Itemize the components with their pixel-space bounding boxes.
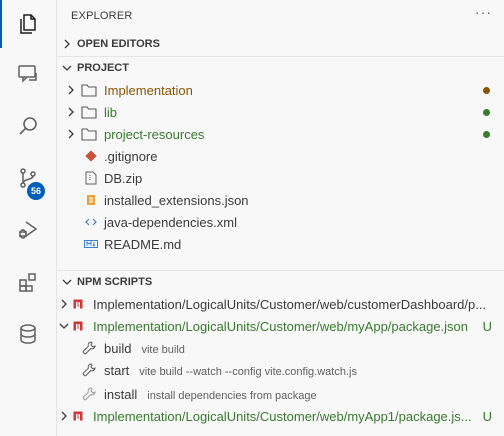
- chat-icon: [18, 65, 37, 83]
- files-icon: [20, 14, 36, 34]
- chevron-down-icon: [59, 277, 75, 287]
- chevron-right-icon: [57, 405, 71, 427]
- npm-package-customer-dashboard[interactable]: Implementation/LogicalUnits/Customer/web…: [57, 293, 504, 315]
- chat-button[interactable]: [0, 50, 56, 98]
- explorer-button[interactable]: [0, 0, 56, 48]
- xml-file-icon: [83, 211, 99, 233]
- npm-script-install[interactable]: install install dependencies from package: [57, 383, 504, 405]
- chevron-right-icon: [64, 101, 78, 123]
- npm-icon: [70, 293, 86, 315]
- more-actions-icon[interactable]: ···: [475, 4, 492, 20]
- untracked-dot: [483, 130, 490, 138]
- tree-item-project-resources[interactable]: project-resources: [57, 123, 504, 145]
- markdown-file-icon: [83, 233, 99, 255]
- project-label: PROJECT: [77, 62, 129, 74]
- npm-script-build[interactable]: build vite build: [57, 337, 504, 359]
- untracked-dot: [483, 108, 490, 116]
- git-file-icon: [83, 145, 99, 167]
- search-button[interactable]: [0, 102, 56, 150]
- modified-dot: [483, 86, 490, 94]
- tree-item-lib[interactable]: lib: [57, 101, 504, 123]
- npm-icon: [70, 315, 86, 337]
- activity-bar: 56: [0, 0, 57, 436]
- npm-package-path: Implementation/LogicalUnits/Customer/web…: [93, 296, 487, 312]
- script-name: start: [104, 362, 130, 378]
- json-file-icon: [83, 189, 99, 211]
- chevron-down-icon: [57, 315, 71, 337]
- tree-item-label: DB.zip: [104, 170, 143, 186]
- npm-package-myapp1[interactable]: Implementation/LogicalUnits/Customer/web…: [57, 405, 504, 427]
- folder-icon: [81, 123, 97, 145]
- folder-icon: [81, 101, 97, 123]
- tree-item-gitignore[interactable]: .gitignore: [57, 145, 504, 167]
- script-name: install: [104, 386, 138, 402]
- npm-script-start[interactable]: start vite build --watch --config vite.co…: [57, 359, 504, 381]
- script-command: vite build --watch --config vite.config.…: [139, 365, 357, 378]
- script-name: build: [104, 340, 132, 356]
- npm-package-myapp[interactable]: Implementation/LogicalUnits/Customer/web…: [57, 315, 504, 337]
- wrench-icon: [81, 359, 97, 381]
- tree-item-implementation[interactable]: Implementation: [57, 79, 504, 101]
- run-debug-icon: [19, 221, 38, 239]
- open-editors-label: OPEN EDITORS: [77, 38, 160, 50]
- tree-item-installed-extensions[interactable]: installed_extensions.json: [57, 189, 504, 211]
- npm-package-path: Implementation/LogicalUnits/Customer/web…: [93, 408, 472, 424]
- tree-item-label: .gitignore: [104, 148, 158, 164]
- database-button[interactable]: [0, 310, 56, 358]
- tree-item-readme[interactable]: README.md: [57, 233, 504, 255]
- chevron-down-icon: [59, 63, 75, 73]
- tree-item-label: project-resources: [104, 126, 205, 142]
- chevron-right-icon: [64, 123, 78, 145]
- chevron-right-icon: [64, 79, 78, 101]
- zip-file-icon: [83, 167, 99, 189]
- wrench-icon: [81, 383, 97, 405]
- tree-item-label: Implementation: [104, 82, 193, 98]
- tree-item-label: lib: [104, 104, 118, 120]
- script-command: vite build: [141, 343, 185, 356]
- tree-item-db-zip[interactable]: DB.zip: [57, 167, 504, 189]
- tree-item-label: README.md: [104, 236, 182, 252]
- project-section[interactable]: PROJECT: [57, 57, 504, 79]
- untracked-badge: U: [482, 408, 492, 424]
- run-debug-button[interactable]: [0, 206, 56, 254]
- search-icon: [19, 117, 37, 135]
- extensions-icon: [19, 273, 36, 292]
- folder-icon: [81, 79, 97, 101]
- script-command: install dependencies from package: [147, 389, 317, 402]
- database-icon: [20, 324, 36, 344]
- npm-scripts-section[interactable]: NPM SCRIPTS: [57, 271, 504, 293]
- source-control-badge: 56: [27, 182, 45, 200]
- npm-icon: [70, 405, 86, 427]
- wrench-icon: [81, 337, 97, 359]
- npm-scripts-label: NPM SCRIPTS: [77, 276, 153, 288]
- open-editors-section[interactable]: OPEN EDITORS: [57, 33, 504, 55]
- npm-package-path: Implementation/LogicalUnits/Customer/web…: [93, 318, 469, 334]
- chevron-right-icon: [59, 39, 75, 49]
- tree-item-label: installed_extensions.json: [104, 192, 249, 208]
- tree-item-java-dependencies[interactable]: java-dependencies.xml: [57, 211, 504, 233]
- sidebar-title: EXPLORER: [71, 10, 133, 22]
- untracked-badge: U: [482, 318, 492, 334]
- explorer-sidebar: EXPLORER ··· OPEN EDITORS PROJECT Implem…: [57, 0, 504, 436]
- chevron-right-icon: [57, 293, 71, 315]
- tree-item-label: java-dependencies.xml: [104, 214, 237, 230]
- extensions-button[interactable]: [0, 258, 56, 306]
